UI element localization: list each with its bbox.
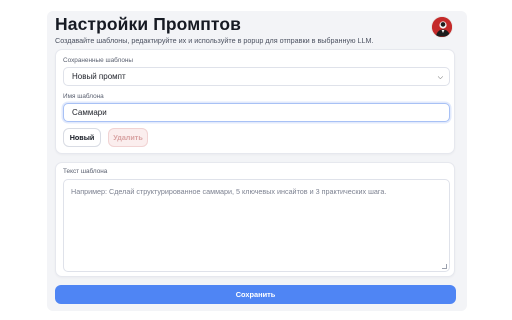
page-title: Настройки Промптов [55,14,242,34]
save-button[interactable]: Сохранить [55,285,456,304]
page-subtitle: Создавайте шаблоны, редактируйте их и ис… [55,36,374,45]
template-name-input[interactable]: Саммари [63,103,450,122]
template-text-placeholder: Например: Сделай структурированное самма… [71,187,387,196]
template-text-label: Текст шаблона [63,168,108,175]
delete-template-button[interactable]: Удалить [108,128,148,147]
saved-templates-select[interactable]: Новый промпт ⌵ [63,67,450,86]
new-template-button[interactable]: Новый [63,128,101,147]
templates-card: Сохраненные шаблоны Новый промпт ⌵ Имя ш… [55,49,455,154]
resize-handle-icon[interactable] [442,264,447,269]
template-text-area[interactable]: Например: Сделай структурированное самма… [63,179,450,272]
avatar[interactable] [431,16,453,38]
template-name-value: Саммари [72,108,107,117]
template-text-card: Текст шаблона Например: Сделай структури… [55,162,455,277]
selected-template-value: Новый промпт [72,72,126,81]
chevron-down-icon: ⌵ [437,74,443,81]
saved-templates-label: Сохраненные шаблоны [63,57,133,64]
template-name-label: Имя шаблона [63,93,104,100]
